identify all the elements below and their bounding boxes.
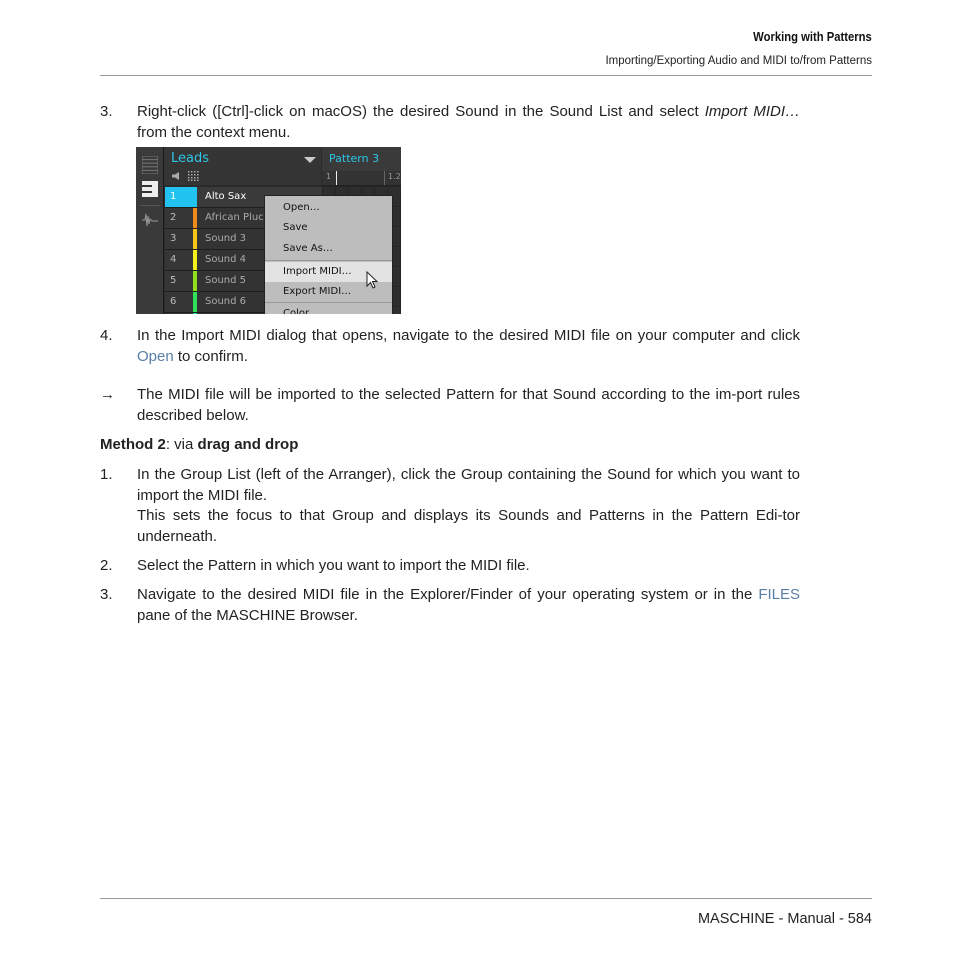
result-arrow-icon: →	[100, 386, 115, 403]
method-name: drag and drop	[197, 436, 299, 453]
sound-name: Sound 5	[205, 275, 247, 286]
timeline-ruler[interactable]: 1 1.2	[322, 171, 401, 186]
menu-separator	[265, 302, 392, 303]
sound-index: 6	[165, 292, 193, 312]
result-text: The MIDI file will be imported to the se…	[137, 386, 800, 424]
step-number: 2.	[100, 557, 113, 574]
step-text: Select the Pattern in which you want to …	[137, 557, 530, 574]
ruler-tick	[384, 171, 385, 185]
sound-name: Alto Sax	[205, 191, 247, 202]
header-divider	[100, 75, 872, 76]
section-title: Importing/Exporting Audio and MIDI to/fr…	[605, 55, 872, 67]
step-number: 3.	[100, 103, 113, 120]
sound-color-swatch	[193, 313, 197, 314]
step-text: to confirm.	[173, 347, 248, 365]
ruler-tick-label: 1	[326, 172, 332, 181]
ruler-tick-label: 1.2	[388, 172, 401, 181]
pattern-header[interactable]: Pattern 3	[322, 147, 401, 171]
chapter-title: Working with Patterns	[753, 30, 872, 44]
speaker-icon[interactable]	[172, 172, 180, 180]
sound-color-swatch	[193, 208, 197, 228]
keyboard-grid-icon[interactable]	[188, 171, 199, 181]
playhead	[336, 171, 337, 185]
sound-name: Sound 4	[205, 254, 247, 265]
piano-roll-icon	[142, 181, 158, 197]
sound-index: 1	[165, 187, 193, 207]
method-sep: : via	[165, 436, 198, 453]
step-text: In the Group List (left of the Arranger)…	[137, 466, 800, 504]
view-switcher-bar	[136, 147, 164, 314]
step-4-confirm: 4. In the Import MIDI dialog that opens,…	[100, 326, 800, 367]
maschine-sound-list-screenshot: Leads Pattern 3 1 1.2 1 Alto Sax 2 African …	[136, 147, 401, 314]
step-3-import-midi: 3. Right-click ([Ctrl]-click on macOS) t…	[100, 102, 800, 143]
sound-color-swatch	[193, 271, 197, 291]
sound-color-swatch	[193, 229, 197, 249]
context-menu: Open… Save Save As… Import MIDI… Export MIDI…	[264, 195, 393, 314]
step-number: 1.	[100, 466, 113, 483]
step-number: 4.	[100, 327, 113, 344]
sound-index: 7	[165, 313, 193, 314]
sound-index: 5	[165, 271, 193, 291]
context-menu-item[interactable]: Save	[265, 218, 392, 238]
mouse-pointer-icon	[366, 271, 379, 289]
sound-color-swatch	[193, 250, 197, 270]
chevron-down-icon[interactable]	[304, 157, 316, 163]
m2-step-2: 2. Select the Pattern in which you want …	[100, 556, 800, 577]
sound-color-swatch	[193, 187, 197, 207]
step-text: Navigate to the desired MIDI file in the…	[137, 586, 759, 603]
context-menu-item[interactable]: Open…	[265, 198, 392, 218]
sound-index: 3	[165, 229, 193, 249]
sound-index: 4	[165, 250, 193, 270]
context-menu-item[interactable]: Color	[265, 304, 392, 314]
result-note: → The MIDI file will be imported to the …	[100, 385, 800, 426]
page-footer: MASCHINE - Manual - 584	[697, 911, 872, 927]
files-pane-reference: FILES	[758, 586, 800, 603]
sound-index: 2	[165, 208, 193, 228]
m2-step-3: 3. Navigate to the desired MIDI file in …	[100, 585, 800, 626]
bar-divider	[140, 205, 160, 206]
step-text: Right-click ([Ctrl]-click on macOS) the …	[137, 103, 705, 120]
open-button-reference: Open	[137, 347, 174, 365]
footer-divider	[100, 898, 872, 899]
step-text: pane of the MASCHINE Browser.	[137, 606, 358, 624]
sound-name: African Pluc	[205, 212, 264, 223]
step-note: This sets the focus to that Group and di…	[137, 507, 800, 545]
group-header[interactable]: Leads	[164, 147, 321, 185]
menu-item-reference: Import MIDI…	[704, 103, 800, 120]
step-text: In the Import MIDI dialog that opens, na…	[137, 327, 800, 344]
step-number: 3.	[100, 586, 113, 603]
sound-name: Sound 6	[205, 296, 247, 307]
context-menu-item[interactable]: Save As…	[265, 239, 392, 259]
m2-step-1: 1. In the Group List (left of the Arrang…	[100, 465, 800, 547]
step-text: from the context menu.	[137, 123, 291, 141]
arranger-view-icon	[142, 156, 158, 174]
method-label: Method 2	[100, 436, 166, 453]
sound-name: Sound 3	[205, 233, 247, 244]
group-name: Leads	[171, 151, 210, 166]
waveform-icon	[142, 213, 158, 227]
pattern-name: Pattern 3	[329, 152, 380, 165]
sound-color-swatch	[193, 292, 197, 312]
method-2-heading: Method 2: via drag and drop	[100, 435, 800, 456]
menu-separator	[265, 260, 392, 261]
